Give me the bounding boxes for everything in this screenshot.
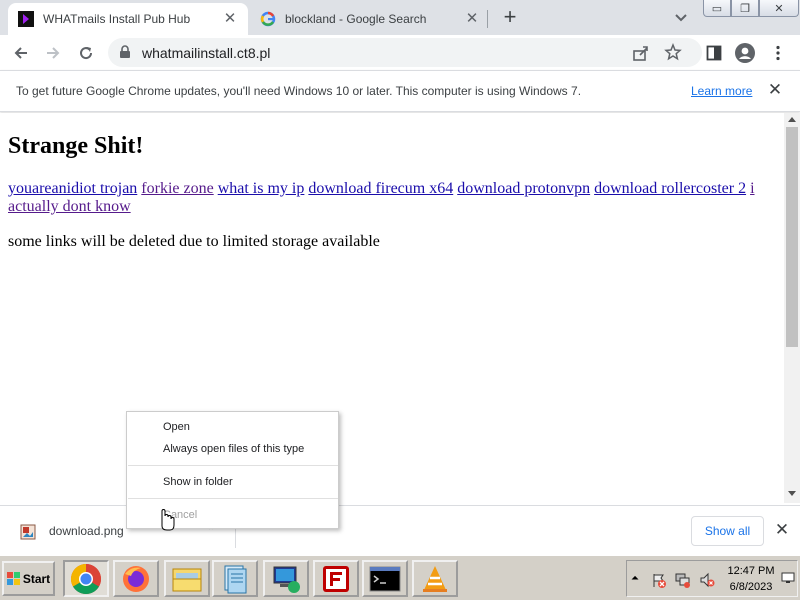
taskbar-explorer-button[interactable] — [164, 560, 210, 597]
network-status-icon[interactable] — [675, 572, 691, 588]
document-icon — [224, 565, 247, 593]
taskbar-cmd-button[interactable] — [362, 560, 408, 597]
volume-muted-icon[interactable] — [699, 572, 715, 588]
tab-close-icon[interactable]: ✕ — [464, 11, 480, 27]
clock-date[interactable]: 6/8/2023 — [723, 581, 779, 593]
reload-button[interactable] — [73, 40, 99, 66]
scroll-up-arrow-icon[interactable] — [788, 117, 796, 122]
new-tab-button[interactable]: + — [498, 6, 522, 30]
shelf-close-icon[interactable]: ✕ — [774, 521, 790, 538]
taskbar-chrome-button[interactable] — [63, 560, 109, 597]
tab-search-icon[interactable] — [672, 9, 690, 27]
chrome-icon — [70, 563, 102, 594]
clock-time[interactable]: 12:47 PM — [723, 565, 779, 577]
back-arrow-icon — [14, 47, 27, 59]
storage-note: some links will be deleted due to limite… — [8, 233, 380, 250]
link-forkie-zone[interactable]: forkie zone — [141, 180, 213, 197]
start-button[interactable]: Start — [2, 561, 55, 596]
scrollbar-thumb[interactable] — [786, 127, 798, 347]
site-favicon-icon — [18, 11, 34, 27]
menu-item-show-in-folder[interactable]: Show in folder — [163, 476, 233, 488]
forward-button[interactable] — [40, 40, 66, 66]
taskbar: Start ⏶ 12:47 PM 6/8/2023 — [0, 555, 800, 600]
web-page: Strange Shit! youareanidiot trojan forki… — [0, 113, 784, 503]
page-scrollbar[interactable] — [784, 113, 800, 503]
image-file-icon — [20, 524, 36, 540]
folder-icon — [172, 568, 202, 591]
window-controls: ▭ ❐ ✕ — [703, 0, 799, 18]
page-heading: Strange Shit! — [8, 133, 144, 159]
bookmark-star-icon[interactable] — [664, 43, 682, 61]
side-panel-icon — [706, 45, 722, 61]
windows-flag-icon — [6, 571, 20, 585]
menu-item-open[interactable]: Open — [163, 421, 190, 433]
learn-more-link[interactable]: Learn more — [691, 84, 752, 98]
url-text[interactable]: whatmailinstall.ct8.pl — [142, 45, 270, 61]
address-bar[interactable]: whatmailinstall.ct8.pl — [108, 38, 702, 67]
link-list: youareanidiot trojan forkie zone what is… — [8, 180, 768, 216]
menu-divider — [128, 498, 338, 499]
menu-item-always-open[interactable]: Always open files of this type — [163, 443, 304, 455]
taskbar-vlc-button[interactable] — [412, 560, 458, 597]
share-icon[interactable] — [632, 44, 650, 62]
side-panel-button[interactable] — [704, 43, 724, 63]
google-icon — [260, 11, 276, 27]
tab-strip: WHATmails Install Pub Hub ✕ blockland - … — [0, 0, 800, 35]
menu-divider — [128, 465, 338, 466]
link-download-firecum[interactable]: download firecum x64 — [308, 180, 453, 197]
network-icon — [273, 566, 300, 593]
back-button[interactable] — [8, 40, 34, 66]
link-download-rollercoster[interactable]: download rollercoster 2 — [594, 180, 746, 197]
minimize-button[interactable]: ▭ — [703, 0, 731, 17]
tab-title: blockland - Google Search — [285, 12, 427, 26]
download-context-menu: Open Always open files of this type Show… — [126, 411, 339, 529]
tab-close-icon[interactable]: ✕ — [222, 11, 238, 27]
system-tray: ⏶ 12:47 PM 6/8/2023 — [626, 560, 798, 597]
infobar-message: To get future Google Chrome updates, you… — [16, 84, 582, 98]
restore-button[interactable]: ❐ — [731, 0, 759, 17]
download-shelf: download.png ⌃ Show all ✕ — [0, 505, 800, 555]
start-label: Start — [22, 571, 51, 586]
profile-avatar-icon — [735, 43, 755, 63]
link-youareanidiot[interactable]: youareanidiot trojan — [8, 180, 137, 197]
chrome-menu-button[interactable] — [768, 43, 788, 63]
tab-title: WHATmails Install Pub Hub — [43, 12, 191, 26]
reload-icon — [80, 47, 93, 60]
tab-google-search[interactable]: blockland - Google Search ✕ — [250, 3, 490, 35]
cmd-icon — [369, 566, 401, 591]
taskbar-document-button[interactable] — [212, 560, 258, 597]
close-window-button[interactable]: ✕ — [759, 0, 799, 17]
profile-button[interactable] — [735, 43, 755, 63]
vlc-icon — [423, 565, 447, 592]
update-infobar: To get future Google Chrome updates, you… — [0, 70, 800, 112]
action-center-flag-icon[interactable] — [651, 572, 667, 588]
download-file-name[interactable]: download.png — [49, 524, 124, 538]
link-download-protonvpn[interactable]: download protonvpn — [457, 180, 590, 197]
more-vert-icon — [776, 45, 780, 61]
forward-arrow-icon — [47, 47, 60, 59]
taskbar-firefox-button[interactable] — [113, 560, 159, 597]
mouse-cursor-icon — [161, 508, 175, 531]
tab-whatmails[interactable]: WHATmails Install Pub Hub ✕ — [8, 3, 248, 35]
firefox-icon — [123, 565, 149, 592]
browser-toolbar: whatmailinstall.ct8.pl — [0, 35, 800, 70]
show-all-button[interactable]: Show all — [691, 516, 764, 546]
filezilla-icon — [323, 565, 349, 592]
show-desktop-icon[interactable] — [781, 572, 795, 584]
taskbar-filezilla-button[interactable] — [313, 560, 359, 597]
scroll-down-arrow-icon[interactable] — [788, 491, 796, 496]
taskbar-network-button[interactable] — [263, 560, 309, 597]
lock-icon[interactable] — [118, 45, 132, 59]
infobar-close-icon[interactable]: ✕ — [767, 81, 783, 98]
show-hidden-icons-icon[interactable]: ⏶ — [631, 573, 639, 584]
tab-divider — [487, 10, 488, 28]
link-what-is-my-ip[interactable]: what is my ip — [218, 180, 305, 197]
